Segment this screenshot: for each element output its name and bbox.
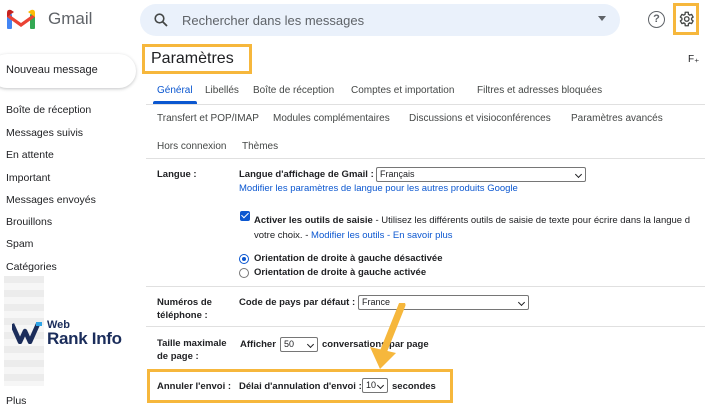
gmail-logo-icon: [6, 8, 36, 30]
rtl-off-radio[interactable]: [239, 254, 249, 264]
tabs-bottom-divider: [146, 158, 705, 159]
webrankinfo-logo-icon: [12, 322, 42, 344]
sidebar-item-spam[interactable]: Spam: [6, 238, 33, 250]
search-options-icon[interactable]: [598, 16, 606, 21]
sidebar-item-categories[interactable]: Catégories: [6, 261, 57, 273]
compose-label: Nouveau message: [6, 64, 98, 76]
page-size-section-label-1: Taille maximale: [157, 338, 227, 349]
undo-send-unit: secondes: [392, 381, 436, 392]
tab-themes[interactable]: Thèmes: [242, 141, 278, 152]
input-tools-checkbox[interactable]: [240, 211, 250, 221]
sidebar-item-drafts[interactable]: Brouillons: [6, 216, 52, 228]
input-tools-description-cont: votre choix. -: [254, 230, 312, 241]
input-tools-line2: votre choix. - Modifier les outils - En …: [254, 225, 453, 243]
country-code-label: Code de pays par défaut :: [239, 297, 356, 308]
sidebar-item-inbox[interactable]: Boîte de réception: [6, 104, 91, 116]
phone-section-label-2: téléphone :: [157, 310, 208, 321]
undo-send-section-label: Annuler l'envoi :: [157, 381, 232, 392]
tab-offline[interactable]: Hors connexion: [157, 141, 226, 152]
display-language-label: Langue d'affichage de Gmail :: [239, 169, 374, 180]
input-tools-corner[interactable]: F₊: [688, 54, 699, 65]
sidebar-item-more[interactable]: Plus: [6, 395, 26, 407]
tab-general[interactable]: Général: [157, 85, 193, 96]
sidebar-item-sent[interactable]: Messages envoyés: [6, 194, 96, 206]
page-title: Paramètres: [151, 50, 234, 67]
sidebar-item-snoozed[interactable]: En attente: [6, 149, 54, 161]
undo-send-delay-value: 10: [366, 380, 377, 390]
page-size-section-label-2: de page :: [157, 351, 199, 362]
display-language-select[interactable]: Français: [376, 167, 586, 182]
search-bar[interactable]: Rechercher dans les messages: [140, 4, 620, 36]
language-divider: [146, 286, 705, 287]
page-size-value: 50: [284, 339, 295, 349]
chevron-down-icon: [574, 170, 583, 179]
search-input[interactable]: Rechercher dans les messages: [182, 13, 364, 28]
tabs-divider: [146, 104, 705, 105]
gmail-logo[interactable]: Gmail: [6, 8, 92, 30]
search-icon[interactable]: [154, 13, 168, 27]
help-icon[interactable]: ?: [648, 11, 665, 28]
watermark-line2: Rank Info: [47, 329, 122, 348]
tab-forwarding[interactable]: Transfert et POP/IMAP: [157, 113, 259, 124]
tab-inbox[interactable]: Boîte de réception: [253, 85, 334, 96]
display-language-value: Français: [380, 169, 415, 179]
edit-input-tools-link[interactable]: Modifier les outils: [311, 230, 384, 241]
chevron-down-icon: [517, 298, 526, 307]
chevron-down-icon: [376, 381, 385, 390]
sidebar-item-starred[interactable]: Messages suivis: [6, 127, 83, 139]
tab-filters[interactable]: Filtres et adresses bloquées: [477, 85, 602, 96]
rtl-on-label: Orientation de droite à gauche activée: [254, 267, 427, 278]
language-section-label: Langue :: [157, 169, 197, 180]
other-products-language-link[interactable]: Modifier les paramètres de langue pour l…: [239, 183, 518, 194]
tab-addons[interactable]: Modules complémentaires: [273, 113, 390, 124]
annotation-arrow: [370, 303, 406, 369]
tab-chat-meet[interactable]: Discussions et visioconférences: [409, 113, 551, 124]
compose-button[interactable]: Nouveau message: [0, 54, 136, 88]
page-size-show-label: Afficher: [240, 339, 276, 350]
tab-labels[interactable]: Libellés: [205, 85, 239, 96]
rtl-on-radio[interactable]: [239, 268, 249, 278]
page-size-select[interactable]: 50: [280, 337, 318, 352]
phone-section-label-1: Numéros de: [157, 297, 212, 308]
rtl-off-label: Orientation de droite à gauche désactivé…: [254, 253, 443, 264]
undo-send-delay-label: Délai d'annulation d'envoi :: [239, 381, 362, 392]
sidebar-item-important[interactable]: Important: [6, 172, 50, 184]
undo-send-delay-select[interactable]: 10: [362, 378, 388, 393]
gear-icon[interactable]: [677, 10, 695, 28]
link-separator: -: [384, 230, 393, 241]
tab-accounts[interactable]: Comptes et importation: [351, 85, 454, 96]
learn-more-link[interactable]: En savoir plus: [393, 230, 453, 241]
tab-advanced[interactable]: Paramètres avancés: [571, 113, 663, 124]
chevron-down-icon: [306, 340, 315, 349]
app-name: Gmail: [48, 9, 93, 28]
phone-divider: [146, 326, 705, 327]
